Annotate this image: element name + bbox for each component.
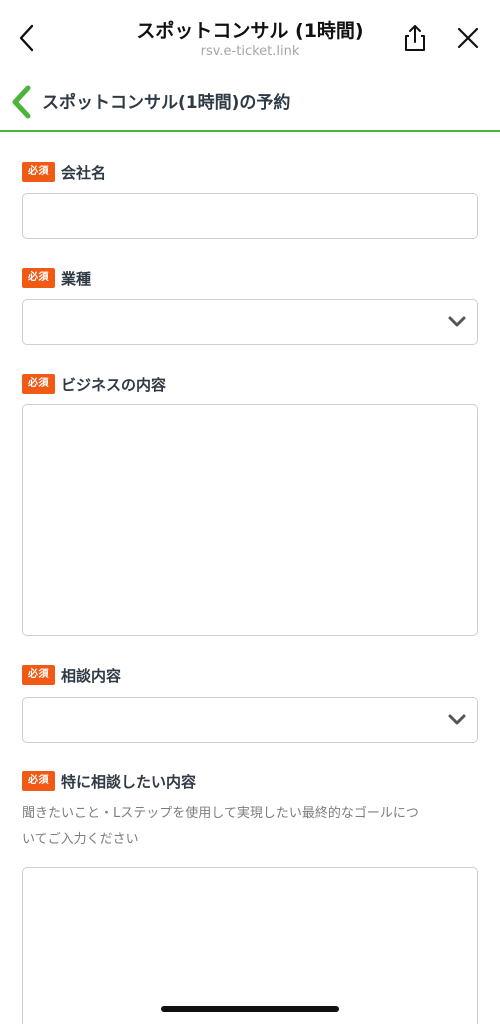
industry-field: 必須 業種	[22, 266, 478, 345]
close-icon[interactable]	[455, 25, 481, 51]
browser-title: スポットコンサル (1時間)	[136, 20, 364, 42]
page-back-icon[interactable]	[8, 84, 34, 120]
field-label: ビジネスの内容	[61, 375, 167, 394]
field-label: 相談内容	[61, 666, 122, 685]
field-hint-line-2: いてご入力ください	[22, 832, 139, 847]
field-label: 特に相談したい内容	[61, 772, 197, 791]
browser-top-bar: スポットコンサル (1時間) rsv.e-ticket.link	[0, 0, 500, 74]
home-indicator	[161, 1006, 339, 1012]
page-header: スポットコンサル(1時間)の予約	[0, 74, 500, 132]
required-badge: 必須	[22, 771, 55, 791]
field-hint: 聞きたいこと・Lステップを使用して実現したい最終的なゴールにつ いてご入力くださ…	[22, 801, 478, 853]
chevron-down-icon	[448, 714, 466, 725]
field-label: 業種	[61, 269, 92, 288]
company-name-field: 必須 会社名	[22, 160, 478, 239]
consultation-topic-select[interactable]	[22, 697, 478, 743]
back-icon[interactable]	[14, 22, 42, 54]
business-description-field: 必須 ビジネスの内容	[22, 372, 478, 636]
business-description-textarea[interactable]	[22, 404, 478, 636]
field-hint-line-1: 聞きたいこと・Lステップを使用して実現したい最終的なゴールにつ	[22, 806, 419, 821]
field-label: 会社名	[61, 163, 107, 182]
consultation-topic-field: 必須 相談内容	[22, 663, 478, 743]
industry-select[interactable]	[22, 299, 478, 345]
required-badge: 必須	[22, 374, 55, 394]
required-badge: 必須	[22, 665, 55, 685]
specific-consultation-field: 必須 特に相談したい内容 聞きたいこと・Lステップを使用して実現したい最終的なゴ…	[22, 769, 478, 1024]
required-badge: 必須	[22, 162, 55, 182]
required-badge: 必須	[22, 268, 55, 288]
chevron-down-icon	[448, 316, 466, 327]
company-name-input[interactable]	[22, 193, 478, 239]
page-title: スポットコンサル(1時間)の予約	[42, 93, 291, 113]
share-icon[interactable]	[400, 22, 430, 54]
specific-consultation-textarea[interactable]	[22, 867, 478, 1024]
browser-url: rsv.e-ticket.link	[200, 44, 300, 59]
